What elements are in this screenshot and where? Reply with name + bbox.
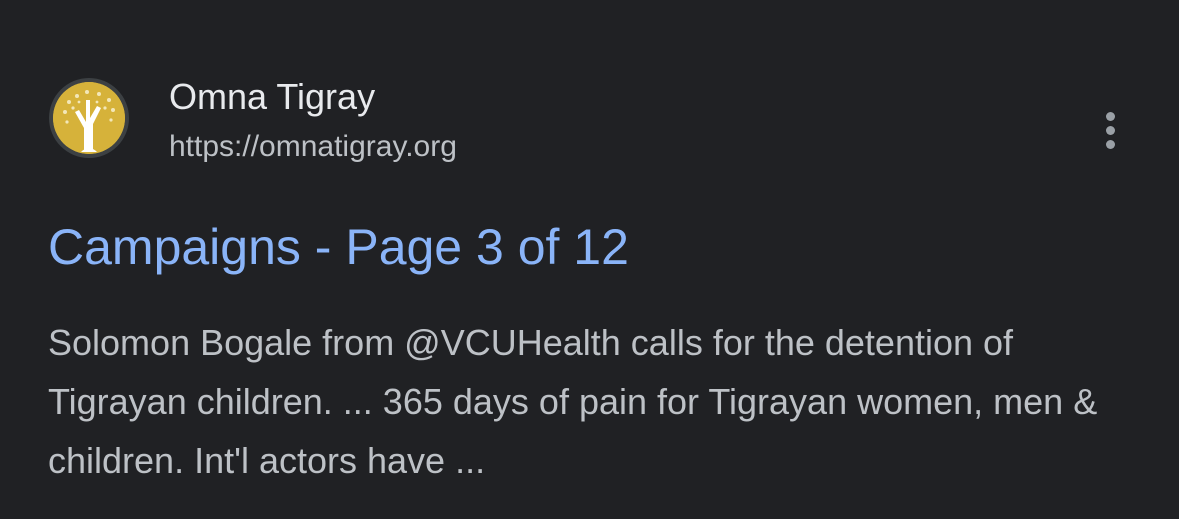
- vertical-ellipsis-icon-dot: [1105, 139, 1115, 149]
- vertical-ellipsis-icon: [1105, 111, 1115, 121]
- more-options-button[interactable]: [1090, 105, 1130, 155]
- site-url[interactable]: https://omnatigray.org: [169, 130, 457, 164]
- tree-logo-icon: [53, 82, 125, 154]
- result-snippet: Solomon Bogale from @VCUHealth calls for…: [48, 322, 1098, 481]
- vertical-ellipsis-icon-dot: [1105, 125, 1115, 135]
- site-favicon[interactable]: [49, 78, 129, 158]
- result-title-link[interactable]: Campaigns - Page 3 of 12: [48, 218, 629, 276]
- search-result-card: Omna Tigray https://omnatigray.org Campa…: [0, 0, 1179, 500]
- site-name[interactable]: Omna Tigray: [169, 76, 375, 118]
- tree-logo-graphic: [53, 82, 125, 154]
